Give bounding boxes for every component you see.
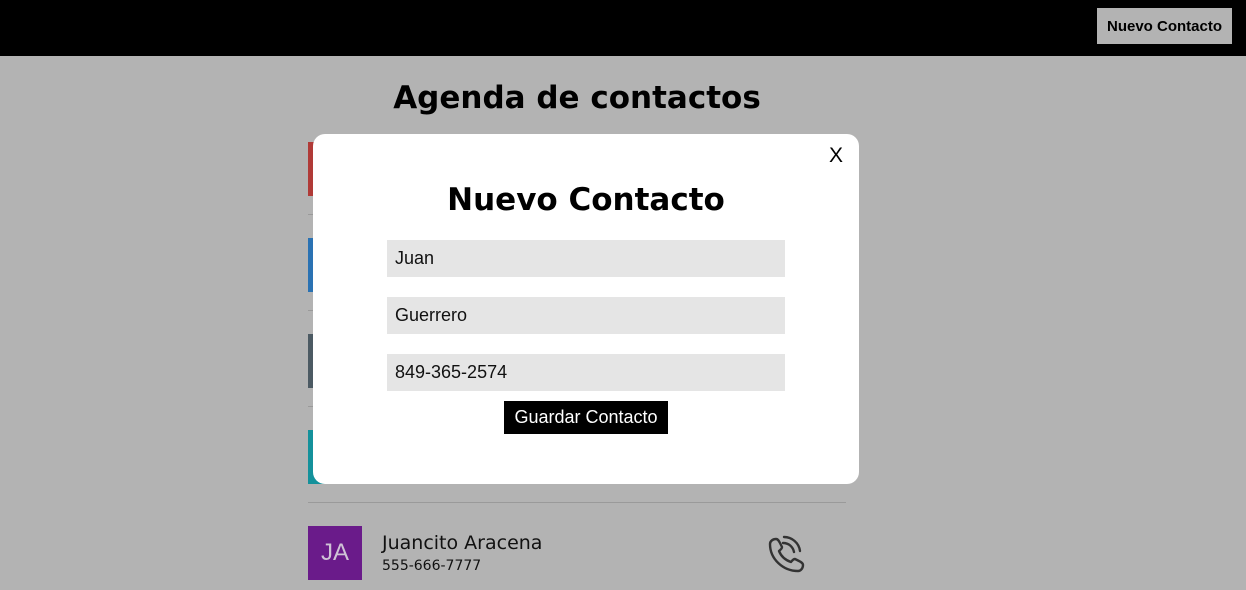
avatar: JA [308,526,362,580]
first-name-input[interactable] [387,240,785,277]
phone-input[interactable] [387,354,785,391]
top-navbar: Nuevo Contacto [0,0,1246,56]
contact-name: Juancito Aracena [382,532,543,554]
phone-icon[interactable] [764,534,808,574]
save-contact-button[interactable]: Guardar Contacto [504,401,668,434]
modal-title: Nuevo Contacto [447,182,725,218]
divider [308,502,846,503]
page-title: Agenda de contactos [393,80,761,116]
new-contact-button[interactable]: Nuevo Contacto [1097,8,1232,44]
close-button[interactable]: X [829,144,843,168]
list-item[interactable]: JA Juancito Aracena 555-666-7777 [308,526,846,580]
new-contact-modal: X Nuevo Contacto Guardar Contacto [313,134,859,484]
contact-phone: 555-666-7777 [382,558,482,574]
last-name-input[interactable] [387,297,785,334]
